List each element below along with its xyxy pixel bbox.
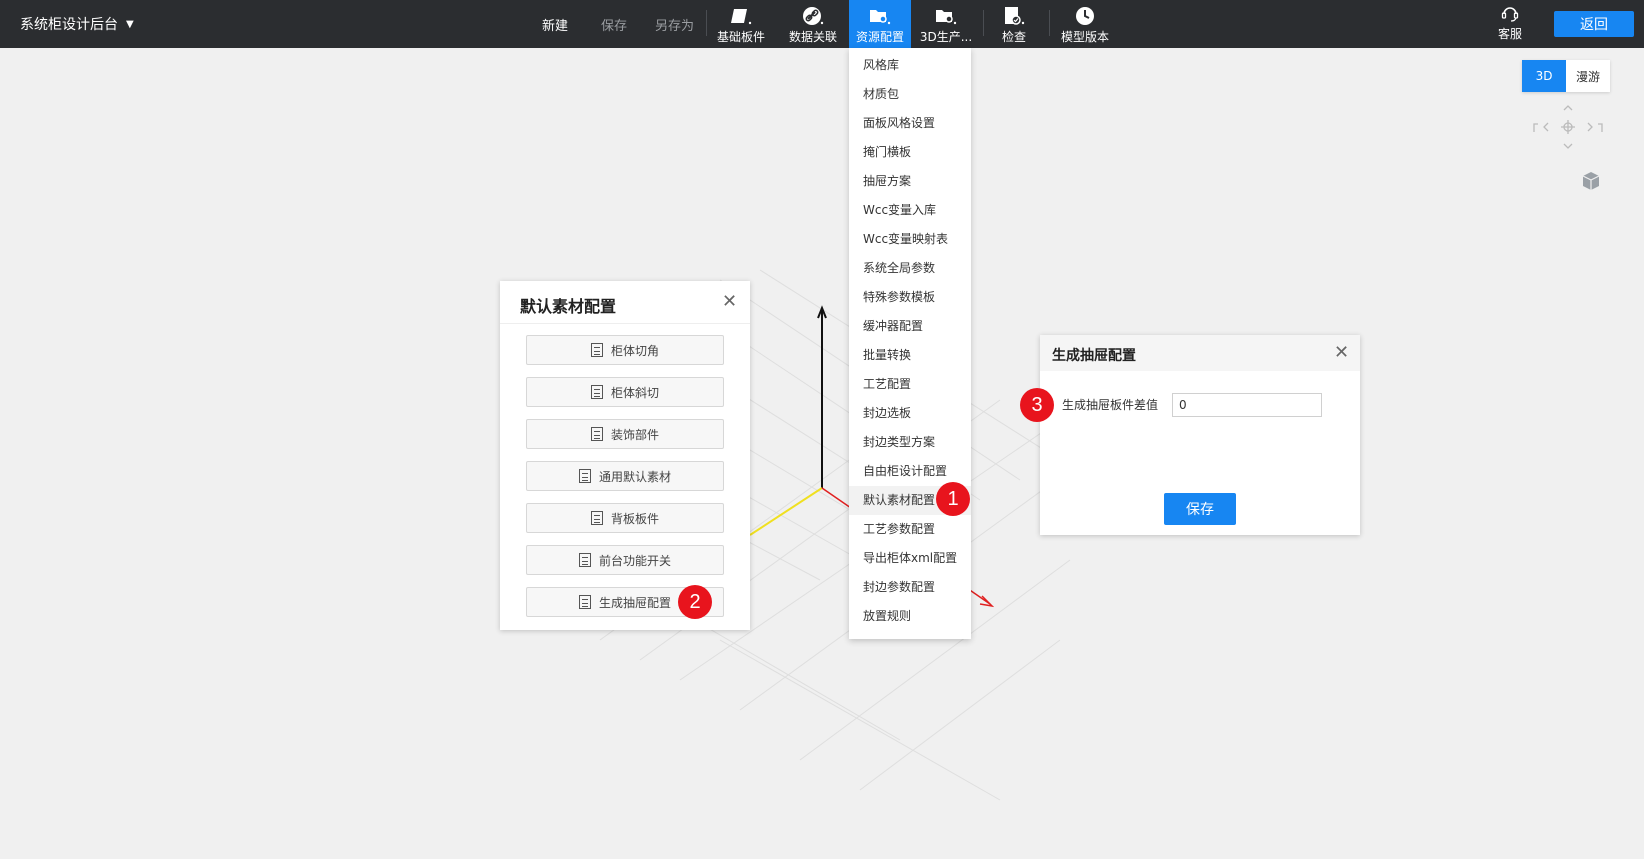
view-3d-button[interactable]: 3D — [1522, 60, 1566, 92]
menu-item[interactable]: 缓冲器配置 — [849, 312, 971, 341]
back-button[interactable]: 返回 — [1554, 11, 1634, 37]
button-label: 前台功能开关 — [598, 553, 671, 568]
tool-basic-panels[interactable]: 基础板件 — [706, 0, 776, 48]
menu-item[interactable]: 系统全局参数 — [849, 254, 971, 283]
menu-item[interactable]: 材质包 — [849, 80, 971, 109]
y-axis — [749, 487, 823, 536]
tool-check[interactable]: 检查 — [979, 0, 1049, 48]
button-label: 背板板件 — [610, 511, 659, 526]
menu-item[interactable]: 抽屉方案 — [849, 167, 971, 196]
tool-label: 检查 — [1001, 30, 1026, 44]
headset-icon — [1500, 4, 1520, 25]
top-toolbar: 系统柜设计后台 ▼ 新建 保存 另存为 基础板件 数据关联 资源配置 3D生产.… — [0, 0, 1644, 48]
button-label: 通用默认素材 — [598, 469, 671, 484]
document-icon — [578, 469, 591, 483]
service-label: 客服 — [1497, 27, 1522, 41]
customer-service-button[interactable]: 客服 — [1488, 4, 1532, 44]
document-icon — [578, 553, 591, 567]
tool-model-version[interactable]: 模型版本 — [1050, 0, 1120, 48]
viewport-3d[interactable] — [0, 48, 1644, 859]
button-label: 柜体切角 — [610, 343, 659, 358]
app-title-dropdown[interactable]: 系统柜设计后台 ▼ — [20, 14, 134, 34]
menu-item[interactable]: 封边选板 — [849, 399, 971, 428]
document-icon — [590, 343, 603, 357]
drawer-diff-input[interactable] — [1172, 393, 1322, 417]
save-as-button[interactable]: 另存为 — [655, 15, 694, 34]
tool-label: 资源配置 — [855, 30, 904, 44]
menu-item[interactable]: 风格库 — [849, 51, 971, 80]
panel-header: 默认素材配置 ✕ — [500, 281, 750, 324]
new-button[interactable]: 新建 — [542, 15, 568, 34]
panel-title: 默认素材配置 — [520, 297, 617, 316]
resource-config-menu: 风格库 材质包 面板风格设置 掩门横板 抽屉方案 Wcc变量入库 Wcc变量映射… — [849, 48, 971, 639]
view-tour-button[interactable]: 漫游 — [1566, 60, 1610, 92]
tool-label: 3D生产... — [919, 30, 973, 44]
panel-header: 生成抽屉配置 ✕ — [1040, 335, 1360, 371]
panel-icon — [730, 5, 752, 27]
menu-item[interactable]: 面板风格设置 — [849, 109, 971, 138]
button-label: 柜体斜切 — [610, 385, 659, 400]
document-icon — [590, 385, 603, 399]
document-icon — [590, 511, 603, 525]
cube-icon[interactable] — [1580, 170, 1602, 196]
save-button[interactable]: 保存 — [1164, 493, 1236, 525]
menu-item[interactable]: 掩门横板 — [849, 138, 971, 167]
close-icon[interactable]: ✕ — [722, 293, 737, 311]
menu-item[interactable]: Wcc变量入库 — [849, 196, 971, 225]
navigation-control[interactable] — [1528, 104, 1608, 150]
material-button[interactable]: 柜体斜切 — [526, 377, 724, 407]
caret-down-icon: ▼ — [126, 18, 134, 30]
button-label: 装饰部件 — [610, 427, 659, 442]
menu-item[interactable]: 封边参数配置 — [849, 573, 971, 602]
save-button[interactable]: 保存 — [601, 15, 627, 34]
menu-item[interactable]: 封边类型方案 — [849, 428, 971, 457]
menu-item[interactable]: 工艺参数配置 — [849, 515, 971, 544]
folder-gear-icon — [869, 5, 891, 27]
tool-label: 模型版本 — [1060, 30, 1109, 44]
material-button[interactable]: 柜体切角 — [526, 335, 724, 365]
menu-item[interactable]: Wcc变量映射表 — [849, 225, 971, 254]
step-badge-3: 3 — [1020, 388, 1054, 422]
tool-3d-production[interactable]: 3D生产... — [911, 0, 981, 48]
step-badge-2: 2 — [678, 585, 712, 619]
folder-gear-icon — [935, 5, 957, 27]
menu-item[interactable]: 批量转换 — [849, 341, 971, 370]
menu-item[interactable]: 工艺配置 — [849, 370, 971, 399]
tool-label: 基础板件 — [716, 30, 765, 44]
material-button[interactable]: 背板板件 — [526, 503, 724, 533]
clock-icon — [1074, 5, 1096, 27]
close-icon[interactable]: ✕ — [1334, 344, 1349, 362]
menu-item[interactable]: 特殊参数模板 — [849, 283, 971, 312]
document-icon — [590, 427, 603, 441]
material-button[interactable]: 前台功能开关 — [526, 545, 724, 575]
default-material-panel: 默认素材配置 ✕ 柜体切角 柜体斜切 装饰部件 通用默认素材 背板板件 前台功能… — [500, 281, 750, 630]
link-icon — [802, 5, 824, 27]
app-title: 系统柜设计后台 — [20, 17, 118, 33]
view-mode-toggle: 3D 漫游 — [1522, 60, 1610, 92]
tool-label: 数据关联 — [788, 30, 837, 44]
tool-data-link[interactable]: 数据关联 — [778, 0, 848, 48]
material-button[interactable]: 通用默认素材 — [526, 461, 724, 491]
drawer-config-panel: 生成抽屉配置 ✕ 生成抽屉板件差值 保存 — [1040, 335, 1360, 535]
material-button[interactable]: 装饰部件 — [526, 419, 724, 449]
menu-item[interactable]: 导出柜体xml配置 — [849, 544, 971, 573]
drawer-diff-label: 生成抽屉板件差值 — [1062, 398, 1159, 412]
check-doc-icon — [1003, 5, 1025, 27]
menu-item[interactable]: 放置规则 — [849, 602, 971, 631]
floor-grid — [519, 269, 1071, 801]
button-label: 生成抽屉配置 — [598, 595, 671, 610]
document-icon — [578, 595, 591, 609]
panel-title: 生成抽屉配置 — [1052, 348, 1136, 364]
tool-resource-config[interactable]: 资源配置 — [849, 0, 911, 48]
step-badge-1: 1 — [936, 482, 970, 516]
